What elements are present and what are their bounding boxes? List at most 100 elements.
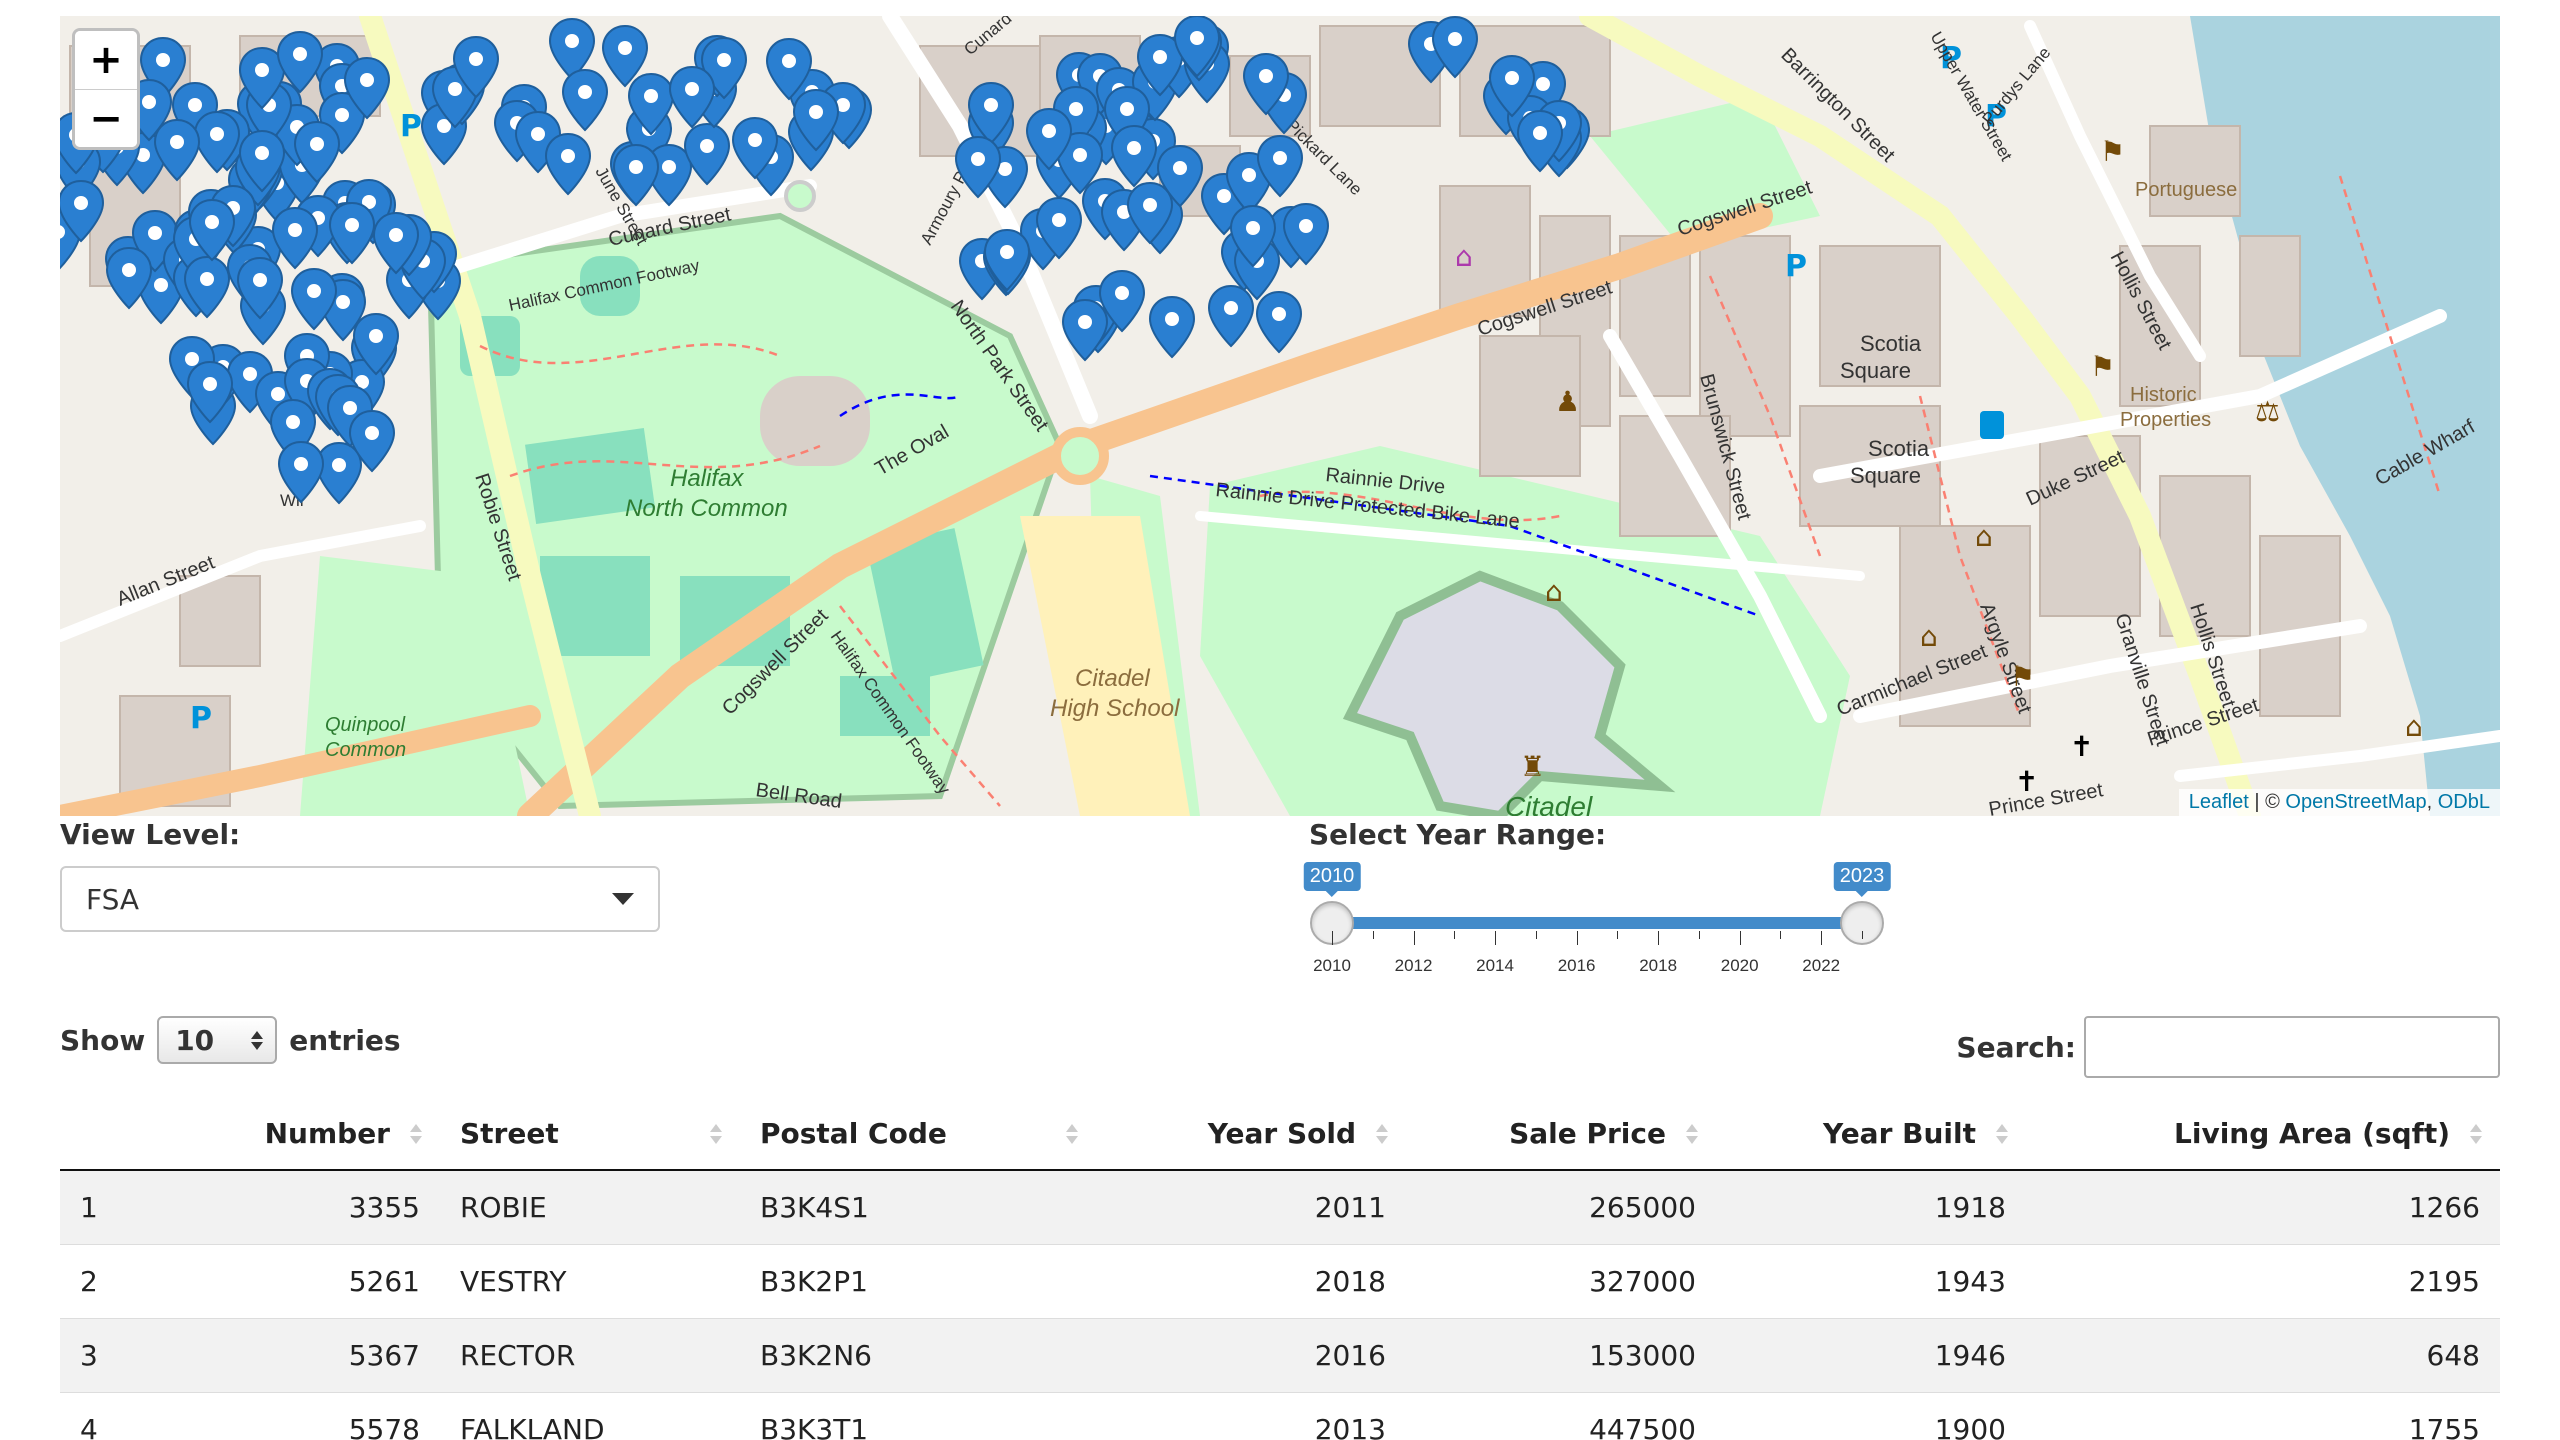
slider-tick xyxy=(1780,931,1782,939)
property-marker-icon[interactable] xyxy=(545,133,591,195)
chevron-down-icon xyxy=(612,893,634,905)
cell-year-built: 1946 xyxy=(1716,1317,2026,1392)
sort-icon xyxy=(1376,1124,1388,1144)
cell-postal-code: B3K3T1 xyxy=(740,1391,1096,1440)
slider-tick-label: 2014 xyxy=(1476,956,1514,975)
col-header-living-area[interactable]: Living Area (sqft) xyxy=(2026,1098,2500,1171)
search-input[interactable] xyxy=(2084,1016,2500,1078)
sort-icon xyxy=(410,1124,422,1144)
property-marker-icon[interactable] xyxy=(1111,125,1157,187)
entries-length-value: 10 xyxy=(175,1023,215,1057)
slider-tick xyxy=(1739,931,1741,945)
cell-number: 5367 xyxy=(140,1317,440,1392)
cell-year-built: 1918 xyxy=(1716,1169,2026,1244)
cell-living-area: 648 xyxy=(2026,1317,2500,1392)
property-marker-icon[interactable] xyxy=(1062,299,1108,361)
sort-icon xyxy=(710,1124,722,1144)
slider-tick xyxy=(1535,931,1537,939)
col-header-year-sold[interactable]: Year Sold xyxy=(1096,1098,1406,1171)
cell-postal-code: B3K2P1 xyxy=(740,1243,1096,1318)
col-header-street[interactable]: Street xyxy=(440,1098,740,1171)
table-row[interactable]: 4 5578 FALKLAND B3K3T1 2013 447500 1900 … xyxy=(60,1391,2500,1440)
property-marker-icon[interactable] xyxy=(684,123,730,185)
property-marker-icon[interactable] xyxy=(1208,285,1254,347)
slider-tick-label: 2010 xyxy=(1313,956,1351,975)
cell-year-built: 1900 xyxy=(1716,1391,2026,1440)
cell-sale-price: 153000 xyxy=(1406,1317,1716,1392)
property-markers-layer xyxy=(60,16,1590,504)
map-attribution: Leaflet | © OpenStreetMap, ODbL xyxy=(2178,789,2500,816)
property-marker-icon[interactable] xyxy=(1256,291,1302,353)
entries-length-select[interactable]: 10 xyxy=(157,1016,278,1064)
osm-link[interactable]: OpenStreetMap xyxy=(2285,791,2426,813)
view-level-select[interactable]: FSA xyxy=(60,866,660,932)
cell-index: 3 xyxy=(60,1317,140,1392)
cell-street: VESTRY xyxy=(440,1243,740,1318)
entries-label: entries xyxy=(289,1023,401,1057)
year-range-slider[interactable]: 2010 2023 2010 2012 2014 2016 2018 2020 2022 xyxy=(1303,862,1896,982)
cell-number: 3355 xyxy=(140,1169,440,1244)
table-row[interactable]: 2 5261 VESTRY B3K2P1 2018 327000 1943 21… xyxy=(60,1243,2500,1318)
cell-living-area: 2195 xyxy=(2026,1243,2500,1318)
map[interactable]: PPP PP Cunard Street Halifax Common Foot… xyxy=(60,16,2500,816)
property-marker-icon[interactable] xyxy=(613,144,659,206)
slider-tick xyxy=(1821,931,1823,945)
cell-index: 2 xyxy=(60,1243,140,1318)
slider-tick xyxy=(1658,931,1660,945)
slider-tick xyxy=(1617,931,1619,939)
slider-tick xyxy=(1332,931,1333,945)
property-marker-icon[interactable] xyxy=(272,207,318,269)
slider-tick-label: 2016 xyxy=(1557,956,1596,975)
attribution-comma: , xyxy=(2426,791,2438,813)
slider-to-value: 2023 xyxy=(1833,862,1891,897)
show-label: Show xyxy=(60,1023,146,1057)
slider-tick xyxy=(1576,931,1578,945)
property-marker-icon[interactable] xyxy=(278,441,324,503)
cell-street: ROBIE xyxy=(440,1169,740,1244)
slider-tick-label: 2018 xyxy=(1639,956,1678,975)
slider-tick xyxy=(1698,931,1700,939)
slider-tick xyxy=(1495,931,1497,945)
leaflet-link[interactable]: Leaflet xyxy=(2189,791,2249,813)
zoom-in-button[interactable]: + xyxy=(75,31,137,89)
view-level-label: View Level: xyxy=(60,818,241,851)
table-search: Search: xyxy=(1956,1016,2500,1078)
updown-arrows-icon xyxy=(251,1030,264,1050)
property-marker-icon[interactable] xyxy=(329,202,375,264)
col-header-number[interactable]: Number xyxy=(140,1098,440,1171)
cell-living-area: 1266 xyxy=(2026,1169,2500,1244)
show-entries: Show 10 entries xyxy=(60,1016,401,1064)
table-header-row: Number Street Postal Code Year Sold Sale… xyxy=(60,1098,2500,1171)
property-marker-icon[interactable] xyxy=(1149,296,1195,358)
cell-number: 5261 xyxy=(140,1243,440,1318)
property-marker-icon[interactable] xyxy=(562,69,608,131)
attribution-separator: | © xyxy=(2248,791,2286,813)
slider-tick xyxy=(1454,931,1456,939)
cell-year-sold: 2013 xyxy=(1096,1391,1406,1440)
property-marker-icon[interactable] xyxy=(316,442,362,504)
table-row[interactable]: 3 5367 RECTOR B3K2N6 2016 153000 1946 64… xyxy=(60,1317,2500,1392)
table-row[interactable]: 1 3355 ROBIE B3K4S1 2011 265000 1918 126… xyxy=(60,1169,2500,1244)
cell-sale-price: 265000 xyxy=(1406,1169,1716,1244)
sort-icon xyxy=(2470,1124,2482,1144)
zoom-out-button[interactable]: − xyxy=(75,89,137,147)
sort-icon xyxy=(1066,1124,1078,1144)
col-header-postal-code[interactable]: Postal Code xyxy=(740,1098,1096,1171)
slider-tick xyxy=(1413,931,1415,945)
slider-tick-label: 2022 xyxy=(1802,956,1841,975)
sort-icon xyxy=(1686,1124,1698,1144)
cell-street: RECTOR xyxy=(440,1317,740,1392)
cell-street: FALKLAND xyxy=(440,1391,740,1440)
cell-year-built: 1943 xyxy=(1716,1243,2026,1318)
odbl-link[interactable]: ODbL xyxy=(2438,791,2490,813)
col-header-year-built[interactable]: Year Built xyxy=(1716,1098,2026,1171)
slider-tick xyxy=(1372,931,1374,939)
property-marker-icon[interactable] xyxy=(154,119,200,181)
col-header-index[interactable] xyxy=(60,1098,140,1171)
slider-track[interactable] xyxy=(1332,917,1862,929)
cell-postal-code: B3K4S1 xyxy=(740,1169,1096,1244)
view-level-value: FSA xyxy=(86,882,140,916)
col-header-sale-price[interactable]: Sale Price xyxy=(1406,1098,1716,1171)
slider-from-value: 2010 xyxy=(1303,862,1361,897)
cell-living-area: 1755 xyxy=(2026,1391,2500,1440)
